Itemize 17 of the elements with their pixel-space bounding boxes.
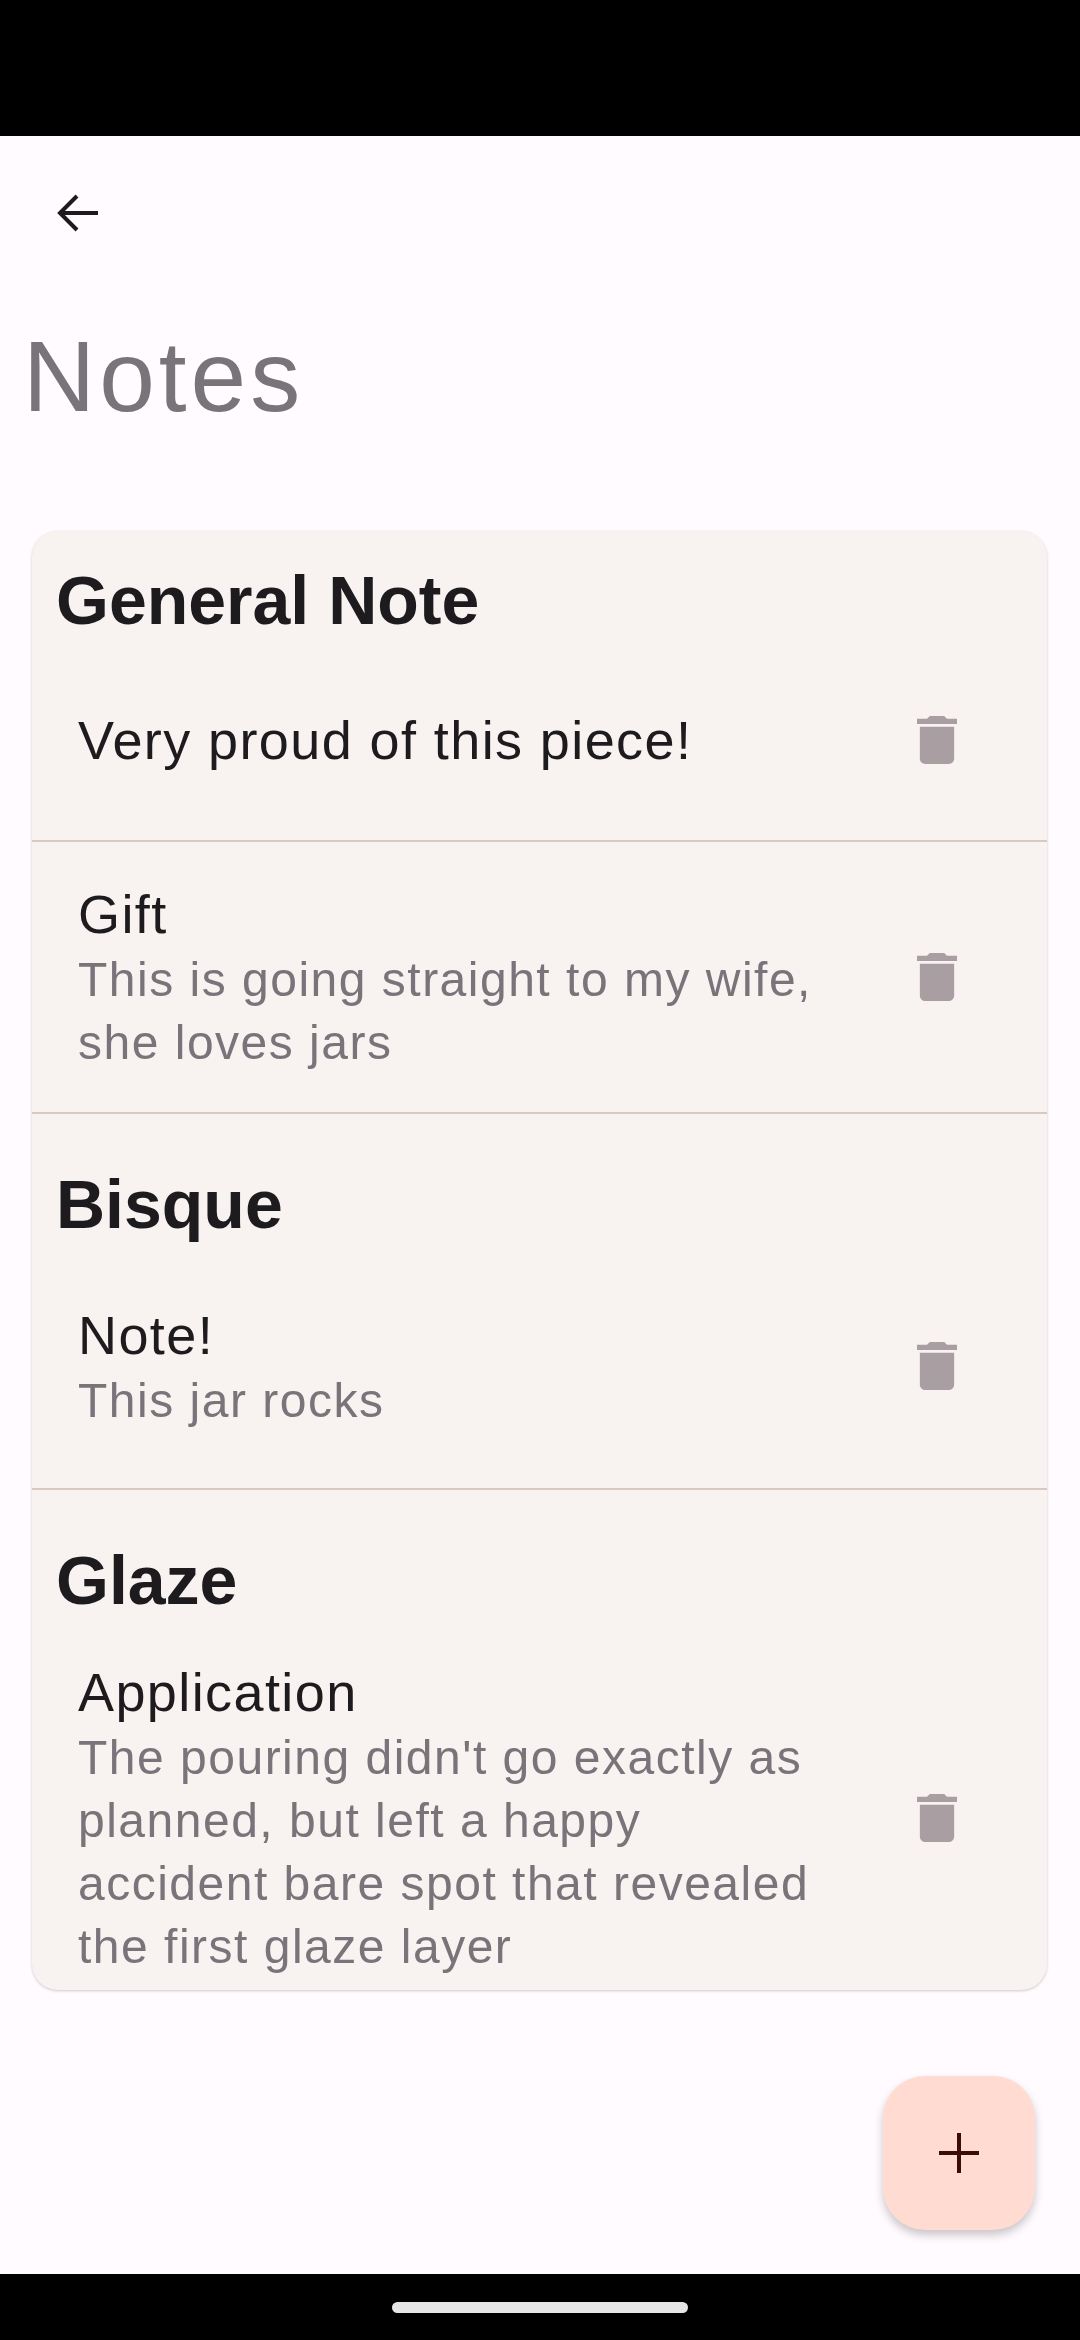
add-button[interactable] — [883, 2076, 1035, 2230]
note-title: Very proud of this piece! — [78, 709, 694, 772]
note-text: The pouring didn't go exactly as planned, but left a happy accident bare spot that revealed the first glaze layer — [78, 1730, 811, 1975]
trash-icon[interactable] — [917, 716, 957, 764]
trash-icon[interactable] — [917, 1342, 957, 1390]
note-title: Gift — [78, 883, 169, 946]
section-title: General Note — [55, 561, 481, 640]
note-title: Application — [78, 1661, 359, 1724]
note-text: This jar rocks — [78, 1372, 386, 1429]
section-title: Glaze — [55, 1541, 239, 1620]
note-text: This is going straight to my wife, she loves jars — [78, 952, 813, 1071]
trash-icon[interactable] — [917, 1794, 957, 1842]
trash-icon[interactable] — [917, 953, 957, 1001]
plus-icon — [939, 2133, 979, 2173]
note-title: Note! — [78, 1303, 216, 1367]
section-title: Bisque — [55, 1165, 284, 1244]
page-title: Notes — [23, 319, 306, 434]
